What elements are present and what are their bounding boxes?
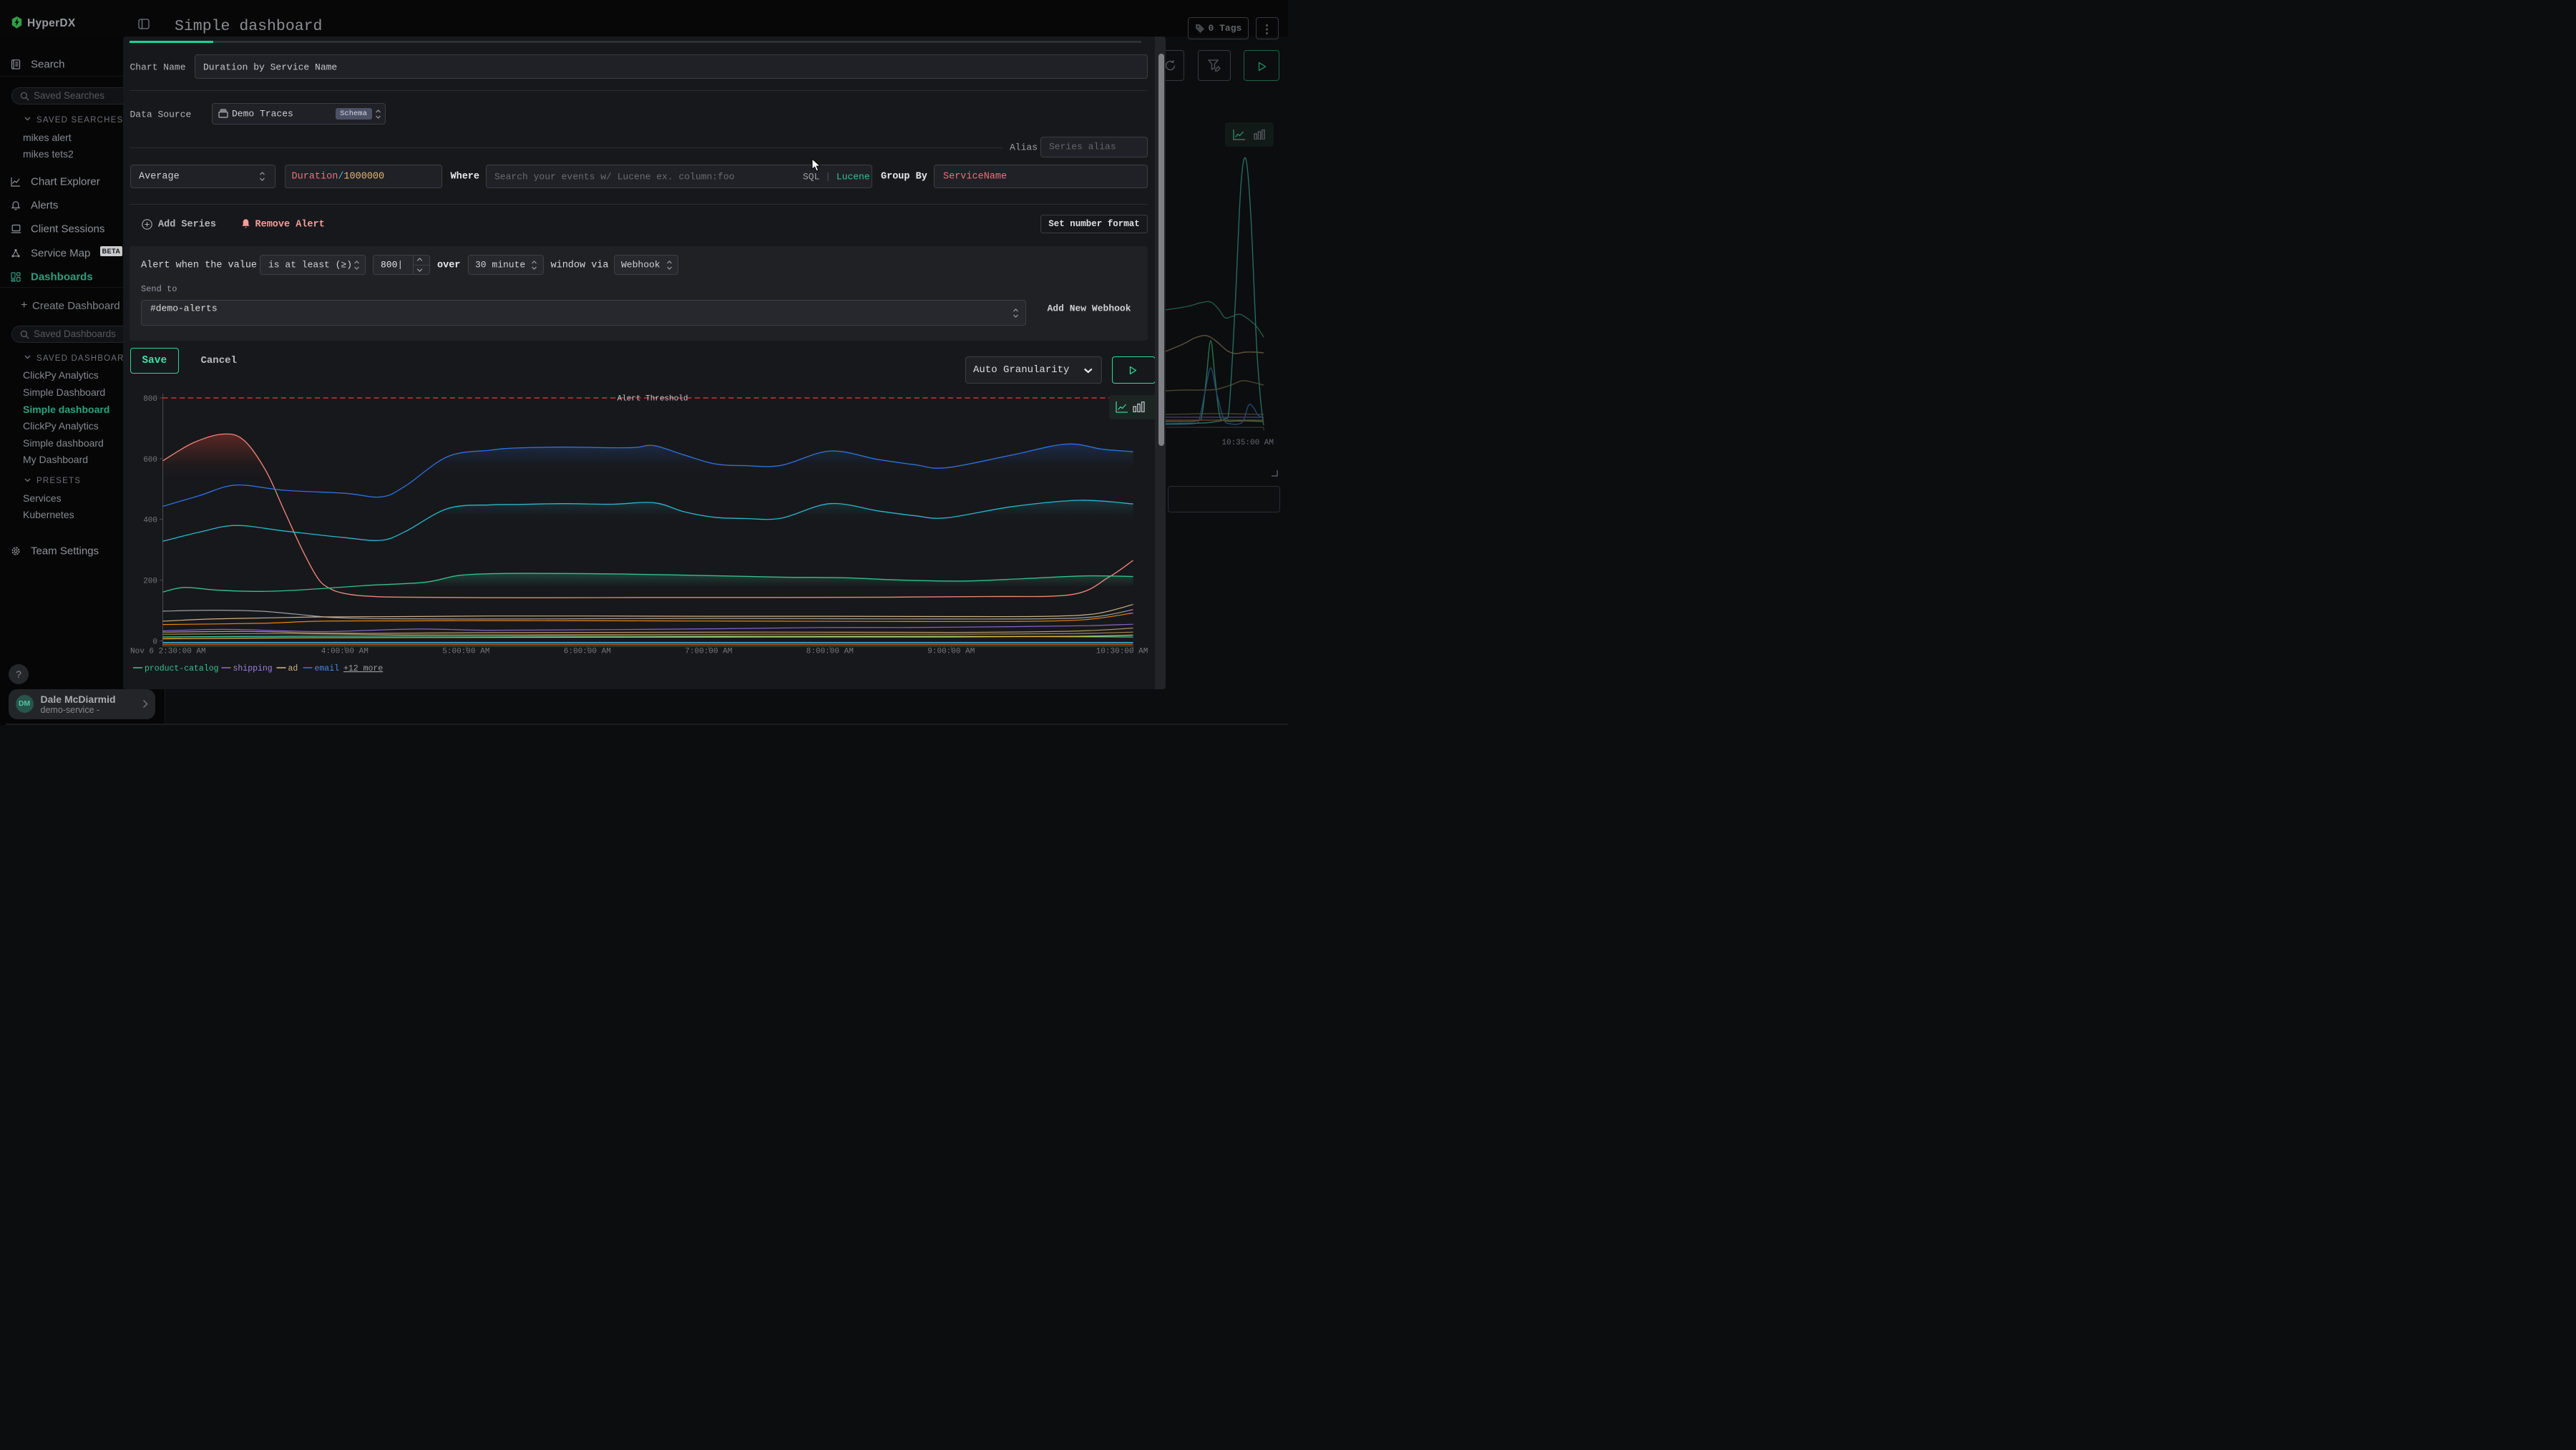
svg-text:shipping: shipping xyxy=(233,664,273,673)
svg-text:Nov 6 2:30:00 AM: Nov 6 2:30:00 AM xyxy=(130,648,206,656)
svg-text:7:00:00 AM: 7:00:00 AM xyxy=(685,648,732,656)
svg-text:+12 more: +12 more xyxy=(343,664,383,673)
svg-text:5:00:00 AM: 5:00:00 AM xyxy=(442,648,489,656)
svg-text:200: 200 xyxy=(143,578,157,586)
svg-text:8:00:00 AM: 8:00:00 AM xyxy=(806,648,854,656)
svg-text:email: email xyxy=(315,664,340,673)
svg-text:600: 600 xyxy=(143,456,157,464)
svg-text:6:00:00 AM: 6:00:00 AM xyxy=(564,648,611,656)
svg-text:ad: ad xyxy=(288,664,298,673)
svg-text:10:30:00 AM: 10:30:00 AM xyxy=(1096,648,1148,656)
svg-text:800: 800 xyxy=(143,395,157,404)
svg-text:400: 400 xyxy=(143,517,157,525)
svg-text:9:00:00 AM: 9:00:00 AM xyxy=(927,648,975,656)
svg-text:0: 0 xyxy=(152,638,157,647)
svg-text:4:00:00 AM: 4:00:00 AM xyxy=(321,648,369,656)
svg-text:product-catalog: product-catalog xyxy=(145,664,219,673)
svg-text:Alert Threshold: Alert Threshold xyxy=(617,395,688,404)
